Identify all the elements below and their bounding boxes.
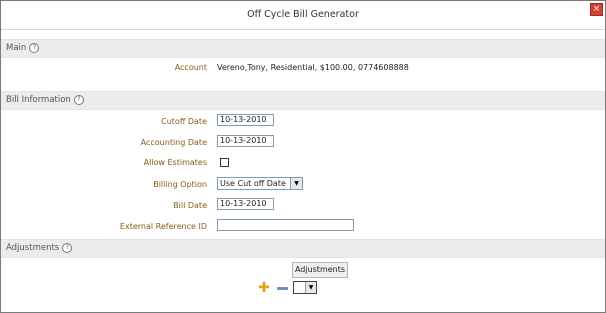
help-icon[interactable]: ? [62,243,73,253]
external-reference-id-label: External Reference ID [119,222,207,231]
off-cycle-bill-generator-window: Off Cycle Bill Generator × Main? Account… [0,0,606,313]
section-title-bill-information: Bill Information? [6,95,84,105]
adjustment-select[interactable]: ▼ [293,281,317,294]
remove-icon[interactable] [277,287,288,290]
window-title: Off Cycle Bill Generator [247,9,359,20]
bill-date-input[interactable]: 10-13-2010 [217,198,274,210]
section-bill-information-label: Bill Information [6,95,71,105]
allow-estimates-checkbox[interactable] [220,158,229,167]
adjustments-button[interactable]: Adjustments [292,262,348,278]
account-label: Account [174,63,207,72]
cutoff-date-input[interactable]: 10-13-2010 [217,114,274,126]
section-adjustments-label: Adjustments [6,243,60,253]
section-main-label: Main [6,43,27,53]
section-adjustments: Adjustments? [1,239,605,258]
billing-option-select[interactable]: Use Cut off Date ▼ [217,177,303,190]
allow-estimates-label: Allow Estimates [143,158,207,167]
window-titlebar: Off Cycle Bill Generator × [1,1,605,30]
billing-option-label: Billing Option [153,180,207,189]
close-icon[interactable]: × [590,3,603,16]
external-reference-id-input[interactable] [217,219,354,231]
bill-date-label: Bill Date [173,201,207,210]
account-value: Vereno,Tony, Residential, $100.00, 07746… [217,63,409,72]
section-title-adjustments: Adjustments? [6,243,73,253]
billing-option-value: Use Cut off Date [220,179,286,188]
section-title-main: Main? [6,43,40,53]
accounting-date-input[interactable]: 10-13-2010 [217,135,274,147]
accounting-date-label: Accounting Date [140,138,207,147]
cutoff-date-label: Cutoff Date [161,117,207,126]
help-icon[interactable]: ? [73,95,84,105]
add-icon[interactable]: ✚ [258,281,270,295]
section-bill-information: Bill Information? [1,91,605,110]
chevron-down-icon[interactable]: ▼ [290,178,302,189]
section-main: Main? [1,39,605,58]
help-icon[interactable]: ? [29,43,40,53]
chevron-down-icon[interactable]: ▼ [305,282,316,293]
